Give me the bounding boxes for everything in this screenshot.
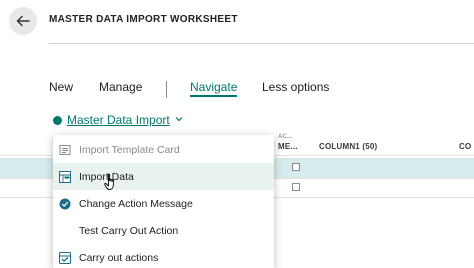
menu-item-label: Import Template Card — [79, 143, 180, 156]
no-icon — [59, 225, 71, 237]
column-header-ac[interactable]: AC... — [278, 134, 293, 140]
menu-item-label: Carry out actions — [79, 251, 159, 264]
master-data-import-menu: Import Template Card Import Data Change … — [53, 135, 274, 268]
action-less-options[interactable]: Less options — [262, 80, 329, 94]
template-card-icon — [59, 144, 71, 156]
menu-item-import-template-card[interactable]: Import Template Card — [53, 136, 274, 163]
hand-cursor-icon — [104, 173, 118, 196]
column-header-me[interactable]: ME... — [278, 142, 298, 151]
page-title: MASTER DATA IMPORT WORKSHEET — [49, 14, 238, 25]
menu-item-change-action-message[interactable]: Change Action Message — [53, 190, 274, 217]
chevron-down-icon — [174, 113, 184, 127]
action-manage[interactable]: Manage — [99, 80, 142, 94]
change-action-icon — [59, 198, 71, 210]
menu-item-carry-out-actions[interactable]: Carry out actions — [53, 244, 274, 268]
carry-out-icon — [59, 251, 71, 264]
status-dot — [53, 115, 62, 125]
menu-item-label: Test Carry Out Action — [79, 224, 179, 237]
arrow-left-icon — [16, 14, 30, 28]
row-checkbox[interactable] — [292, 163, 300, 171]
action-navigate[interactable]: Navigate — [190, 80, 238, 97]
dropdown-label: Master Data Import — [67, 113, 170, 127]
menu-item-test-carry-out-action[interactable]: Test Carry Out Action — [53, 217, 274, 244]
title-divider — [49, 43, 474, 44]
action-new[interactable]: New — [49, 80, 73, 94]
action-bar: New Manage Navigate Less options — [0, 80, 474, 100]
action-separator — [166, 81, 167, 98]
master-data-import-dropdown[interactable]: Master Data Import — [53, 113, 184, 127]
back-button[interactable] — [9, 7, 37, 35]
import-data-icon — [59, 170, 71, 183]
column-header-co[interactable]: CO — [459, 142, 471, 151]
menu-item-import-data[interactable]: Import Data — [53, 163, 274, 190]
menu-item-label: Change Action Message — [79, 197, 193, 210]
column-header-column1[interactable]: COLUMN1 (50) — [319, 142, 377, 151]
row-checkbox[interactable] — [292, 183, 300, 191]
